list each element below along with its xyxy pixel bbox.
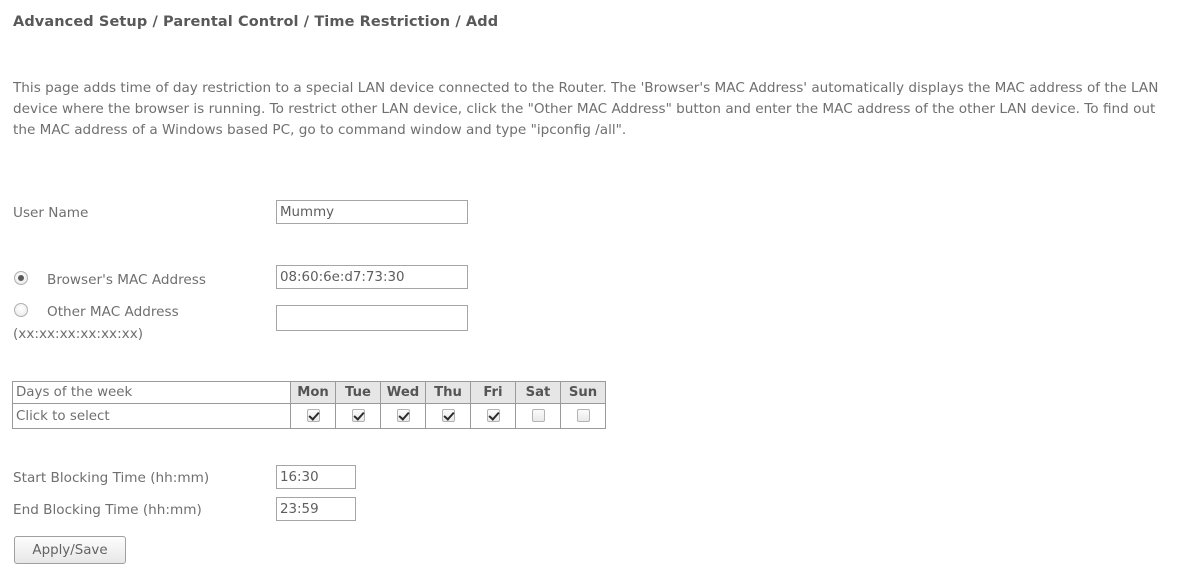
day-header-sun: Sun xyxy=(560,381,606,404)
checkbox-tue[interactable] xyxy=(351,409,365,422)
checkbox-sun[interactable] xyxy=(576,409,590,422)
day-header-tue: Tue xyxy=(335,381,381,404)
day-header-mon: Mon xyxy=(290,381,336,404)
browser-mac-label: Browser's MAC Address xyxy=(47,272,206,288)
parental-control-add-page: Advanced Setup / Parental Control / Time… xyxy=(0,0,1188,584)
browser-mac-radio[interactable] xyxy=(14,271,28,285)
start-time-input[interactable] xyxy=(276,465,356,489)
apply-save-button[interactable]: Apply/Save xyxy=(14,536,126,564)
days-of-week-table: Days of the week Mon Tue Wed Thu Fri Sat… xyxy=(12,381,606,429)
page-title: Advanced Setup / Parental Control / Time… xyxy=(13,14,499,30)
days-select-row: Click to select xyxy=(12,403,606,429)
end-time-label: End Blocking Time (hh:mm) xyxy=(13,502,202,518)
checkbox-mon[interactable] xyxy=(306,409,320,422)
checkbox-sat[interactable] xyxy=(531,409,545,422)
checkbox-fri[interactable] xyxy=(486,409,500,422)
username-label: User Name xyxy=(13,205,89,221)
checkbox-wed[interactable] xyxy=(396,409,410,422)
days-header-row: Days of the week Mon Tue Wed Thu Fri Sat… xyxy=(12,381,606,404)
other-mac-input[interactable] xyxy=(276,305,468,331)
day-cell-wed[interactable] xyxy=(380,403,426,429)
day-cell-tue[interactable] xyxy=(335,403,381,429)
day-cell-sat[interactable] xyxy=(515,403,561,429)
day-header-fri: Fri xyxy=(470,381,516,404)
days-row-header-label: Days of the week xyxy=(12,381,291,404)
day-cell-mon[interactable] xyxy=(290,403,336,429)
day-header-thu: Thu xyxy=(425,381,471,404)
checkbox-thu[interactable] xyxy=(441,409,455,422)
other-mac-radio[interactable] xyxy=(14,303,28,317)
browser-mac-input[interactable] xyxy=(276,265,468,289)
day-cell-sun[interactable] xyxy=(560,403,606,429)
username-input[interactable] xyxy=(276,200,468,224)
day-cell-thu[interactable] xyxy=(425,403,471,429)
day-header-sat: Sat xyxy=(515,381,561,404)
end-time-input[interactable] xyxy=(276,497,356,521)
day-cell-fri[interactable] xyxy=(470,403,516,429)
page-description: This page adds time of day restriction t… xyxy=(13,80,1159,138)
other-mac-label: Other MAC Address xyxy=(47,304,179,320)
days-row-select-label: Click to select xyxy=(12,403,291,429)
mac-format-hint: (xx:xx:xx:xx:xx:xx) xyxy=(13,326,144,342)
start-time-label: Start Blocking Time (hh:mm) xyxy=(13,470,210,486)
day-header-wed: Wed xyxy=(380,381,426,404)
